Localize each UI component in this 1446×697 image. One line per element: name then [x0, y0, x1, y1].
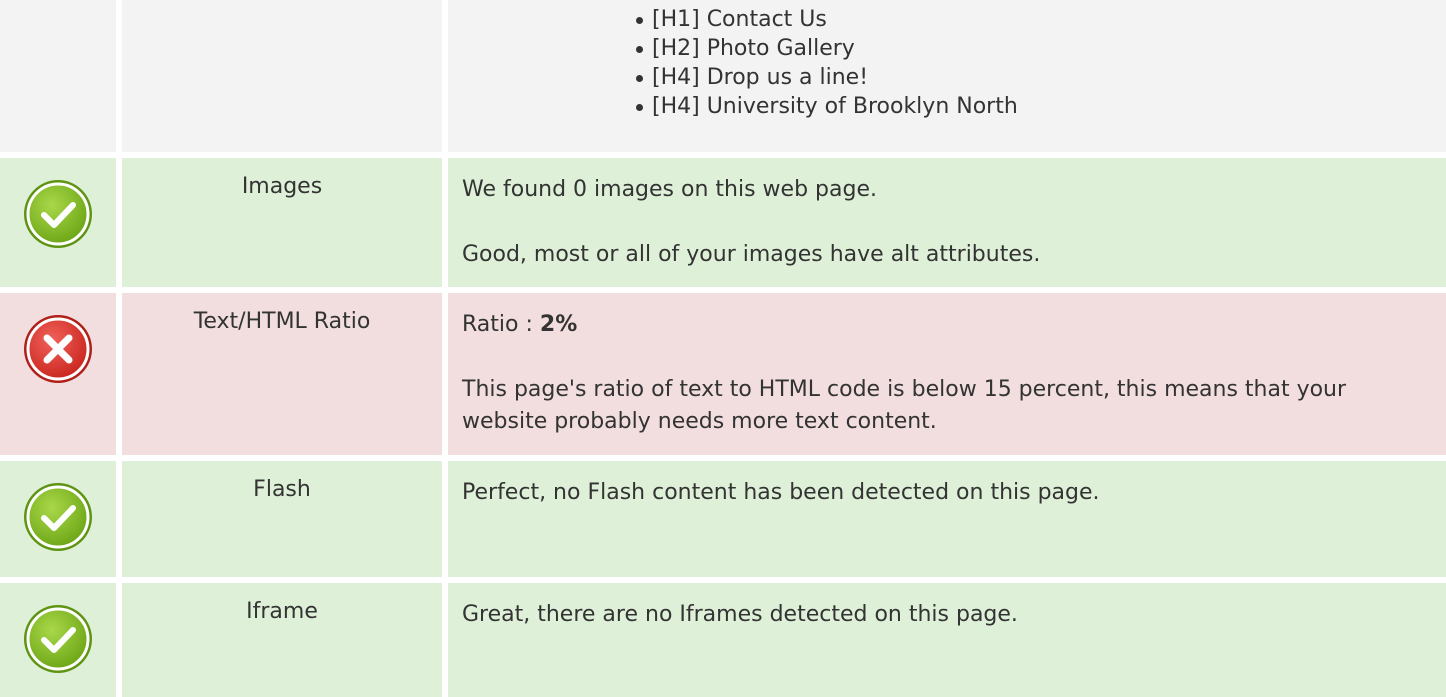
- heading-item: [H4] Drop us a line!: [636, 63, 1430, 92]
- ratio-description: This page's ratio of text to HTML code i…: [462, 377, 1347, 434]
- ratio-content-cell: Ratio : 2% This page's ratio of text to …: [448, 293, 1446, 455]
- seo-report: [H1] Contact Us [H2] Photo Gallery [H4] …: [0, 0, 1446, 697]
- headings-row: [H1] Contact Us [H2] Photo Gallery [H4] …: [0, 0, 1446, 152]
- check-circle-icon: [24, 180, 92, 248]
- iframe-description: Great, there are no Iframes detected on …: [462, 602, 1018, 627]
- images-status-cell: [0, 158, 116, 287]
- ratio-name: Text/HTML Ratio: [122, 293, 442, 455]
- iframe-row: Iframe Great, there are no Iframes detec…: [0, 583, 1446, 697]
- heading-item: [H1] Contact Us: [636, 5, 1430, 34]
- headings-list: [H1] Contact Us [H2] Photo Gallery [H4] …: [462, 5, 1430, 121]
- ratio-line: Ratio : 2%: [462, 309, 1430, 341]
- flash-content-cell: Perfect, no Flash content has been detec…: [448, 461, 1446, 577]
- iframe-content-cell: Great, there are no Iframes detected on …: [448, 583, 1446, 697]
- images-found-text: We found 0 images on this web page.: [462, 177, 877, 202]
- ratio-value: 2%: [539, 312, 578, 337]
- headings-status-cell: [0, 0, 116, 152]
- ratio-row: Text/HTML Ratio Ratio : 2% This page's r…: [0, 293, 1446, 455]
- images-alt-text: Good, most or all of your images have al…: [462, 242, 1041, 267]
- images-content-cell: We found 0 images on this web page. Good…: [448, 158, 1446, 287]
- headings-name-cell: [122, 0, 442, 152]
- iframe-name: Iframe: [122, 583, 442, 697]
- check-circle-icon: [24, 605, 92, 673]
- heading-item: [H4] University of Brooklyn North: [636, 92, 1430, 121]
- images-name: Images: [122, 158, 442, 287]
- iframe-status-cell: [0, 583, 116, 697]
- ratio-status-cell: [0, 293, 116, 455]
- headings-content-cell: [H1] Contact Us [H2] Photo Gallery [H4] …: [448, 0, 1446, 152]
- error-cross-icon: [24, 315, 92, 383]
- flash-row: Flash Perfect, no Flash content has been…: [0, 461, 1446, 577]
- flash-status-cell: [0, 461, 116, 577]
- images-row: Images We found 0 images on this web pag…: [0, 158, 1446, 287]
- heading-item: [H2] Photo Gallery: [636, 34, 1430, 63]
- flash-description: Perfect, no Flash content has been detec…: [462, 480, 1100, 505]
- flash-name: Flash: [122, 461, 442, 577]
- check-circle-icon: [24, 483, 92, 551]
- ratio-label: Ratio :: [462, 312, 540, 337]
